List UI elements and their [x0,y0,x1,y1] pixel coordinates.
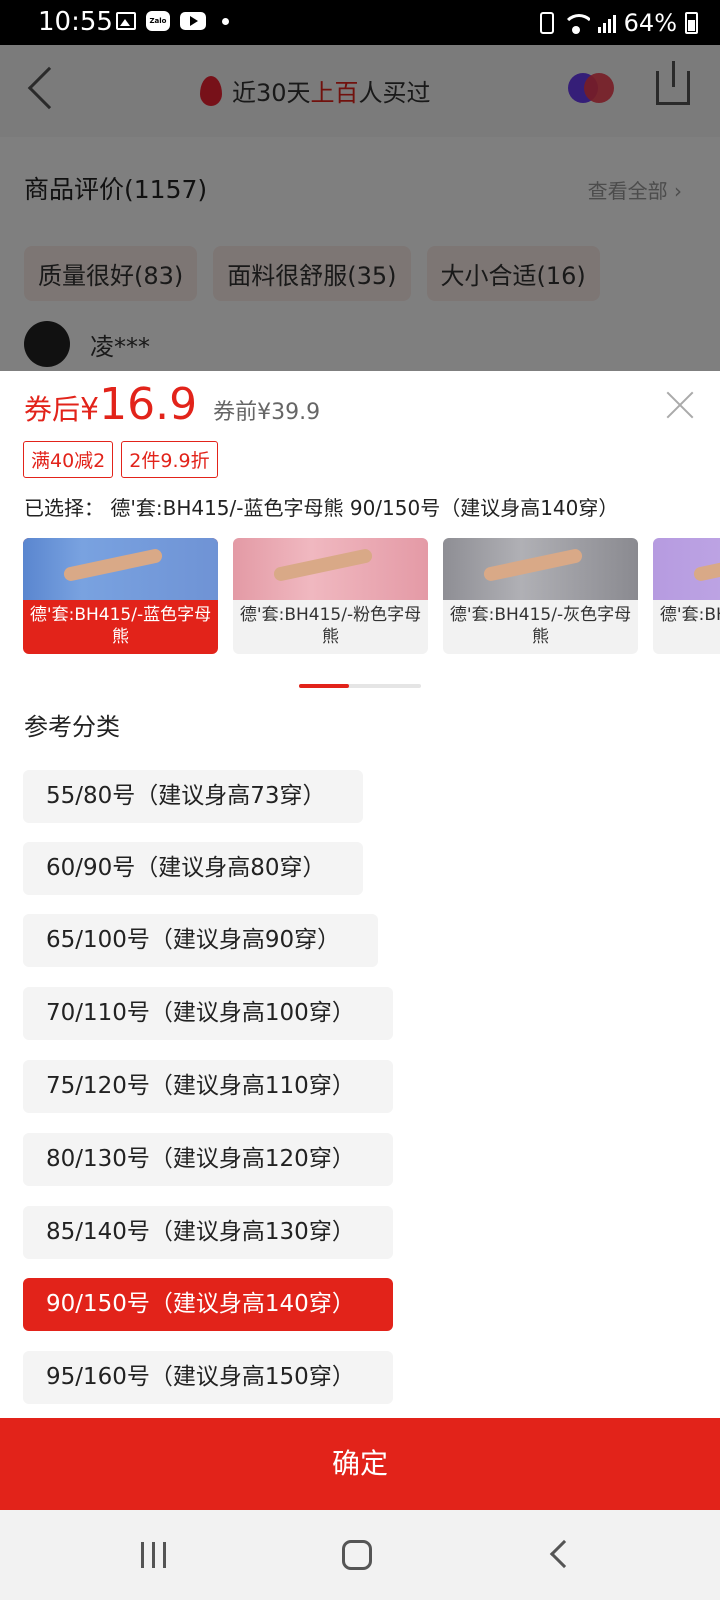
color-swatches: 德'套:BH415/-蓝色字母熊 德'套:BH415/-粉色字母熊 德'套:BH… [23,538,720,654]
swatch-image [443,538,638,600]
system-nav-bar [0,1510,720,1600]
confirm-button[interactable]: 确定 [0,1418,720,1510]
size-option[interactable]: 85/140号（建议身高130穿） [23,1206,393,1259]
wifi-icon [561,12,590,34]
currency-symbol: ¥ [80,392,100,427]
size-option[interactable]: 65/100号（建议身高90穿） [23,914,378,967]
size-option[interactable]: 60/90号（建议身高80穿） [23,842,363,895]
modal-overlay[interactable] [0,45,720,371]
color-swatch-blue[interactable]: 德'套:BH415/-蓝色字母熊 [23,538,218,654]
swatch-label: 德'套:BH415/-紫色字母熊 [659,605,720,625]
notification-icons: Zalo [116,11,229,31]
gallery-icon [116,12,136,30]
swatch-image [233,538,428,600]
color-swatch-purple[interactable]: 德'套:BH415/-紫色字母熊 [653,538,720,654]
signal-icon [597,13,616,33]
swatch-scroll-indicator [299,684,421,688]
size-option[interactable]: 75/120号（建议身高110穿） [23,1060,393,1113]
size-option[interactable]: 70/110号（建议身高100穿） [23,987,393,1040]
battery-percent: 64% [623,9,677,37]
promo-tag: 满40减2 [23,441,114,478]
swatch-label: 德'套:BH415/-蓝色字母熊 [29,605,212,647]
battery-icon [685,12,698,34]
status-time: 10:55 [38,7,113,37]
recents-icon[interactable] [141,1542,166,1568]
youtube-icon [180,12,206,30]
category-title: 参考分类 [24,713,120,741]
coupon-price: 16.9 [99,379,198,430]
system-icons: 64% [539,9,698,37]
price-label: 券后 [24,393,81,426]
status-bar: 10:55 Zalo 64% [0,0,720,45]
original-price: 券前¥39.9 [213,400,321,425]
size-option[interactable]: 55/80号（建议身高73穿） [23,770,363,823]
swatch-label: 德'套:BH415/-灰色字母熊 [449,605,632,647]
close-icon[interactable] [666,391,694,419]
zalo-icon: Zalo [146,11,170,31]
size-option[interactable]: 95/160号（建议身高150穿） [23,1351,393,1404]
swatch-image [653,538,720,600]
size-option-selected[interactable]: 90/150号（建议身高140穿） [23,1278,393,1331]
promo-tag: 2件9.9折 [121,441,218,478]
back-nav-icon[interactable] [549,1539,579,1569]
home-icon[interactable] [342,1540,372,1570]
price-row: 券后 ¥ 16.9 券前¥39.9 [24,379,320,430]
swatch-label: 德'套:BH415/-粉色字母熊 [239,605,422,647]
selected-option-text: 已选择： 德'套:BH415/-蓝色字母熊 90/150号（建议身高140穿） [24,496,619,520]
more-notifications-dot-icon [222,17,229,25]
battery-saver-icon [539,12,554,34]
color-swatch-gray[interactable]: 德'套:BH415/-灰色字母熊 [443,538,638,654]
size-option[interactable]: 80/130号（建议身高120穿） [23,1133,393,1186]
swatch-image [23,538,218,600]
sku-selector-sheet: 券后 ¥ 16.9 券前¥39.9 满40减2 2件9.9折 已选择： 德'套:… [0,371,720,1418]
color-swatch-pink[interactable]: 德'套:BH415/-粉色字母熊 [233,538,428,654]
promo-tags: 满40减2 2件9.9折 [23,441,218,478]
